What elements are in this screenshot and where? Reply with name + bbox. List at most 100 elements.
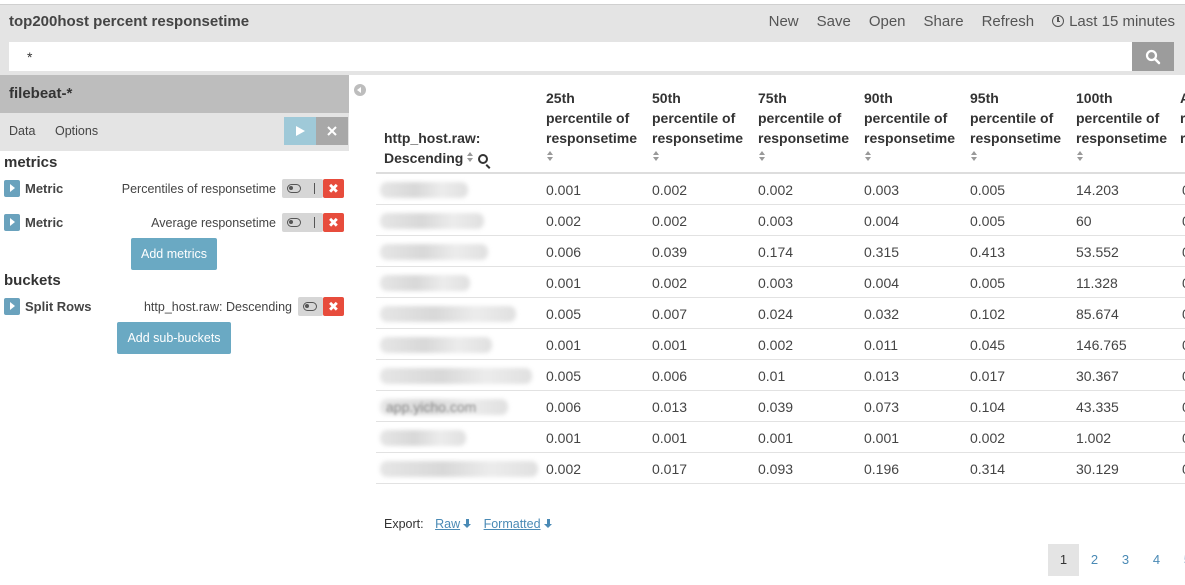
reorder-icon[interactable] — [311, 215, 317, 230]
table-cell: 0.001 — [652, 337, 688, 353]
tab-options[interactable]: Options — [55, 124, 98, 138]
add-metrics-button[interactable]: Add metrics — [131, 238, 217, 270]
page-1-button[interactable]: 1 — [1048, 544, 1079, 576]
search-icon[interactable] — [478, 154, 489, 164]
table-row: 0.0020.0170.0930.1960.31430.1290 — [376, 453, 1185, 484]
agg-controls — [282, 213, 323, 232]
header-line: A — [1180, 88, 1185, 108]
collapse-sidebar-icon[interactable] — [354, 84, 366, 96]
table-cell: 60 — [1076, 213, 1092, 229]
toggle-icon[interactable] — [287, 218, 301, 227]
page-5-button[interactable]: 5 — [1172, 544, 1185, 576]
table-cell: 0.413 — [970, 244, 1006, 260]
sort-icon[interactable] — [758, 151, 766, 163]
table-cell: 0.007 — [652, 306, 688, 322]
column-header[interactable]: A r r — [1180, 88, 1185, 148]
table-cell: 1.002 — [1076, 430, 1112, 446]
column-header[interactable]: 25th percentile of responsetime — [546, 88, 637, 163]
tab-data[interactable]: Data — [0, 113, 45, 151]
search-input[interactable] — [9, 42, 1132, 71]
expand-caret-icon[interactable] — [4, 298, 20, 315]
table-cell: 0.01 — [758, 368, 786, 384]
table-cell: 0.002 — [652, 213, 688, 229]
expand-caret-icon[interactable] — [4, 180, 20, 197]
table-cell: 0.002 — [652, 182, 688, 198]
reorder-icon[interactable] — [311, 181, 317, 196]
column-header[interactable]: 75th percentile of responsetime — [758, 88, 849, 163]
export-label: Export: — [384, 517, 424, 531]
header-line: r — [1180, 110, 1185, 126]
header-line: percentile of — [970, 110, 1054, 126]
column-header-host[interactable]: http_host.raw: Descending — [384, 128, 489, 168]
table-cell: 0.002 — [758, 182, 794, 198]
column-header[interactable]: 95th percentile of responsetime — [970, 88, 1061, 163]
page-2-button[interactable]: 2 — [1079, 544, 1110, 576]
redacted-host-cell — [380, 306, 516, 322]
vis-editor-sidebar: filebeat-* Data Options metrics Metric P… — [0, 75, 349, 585]
timepicker-button[interactable]: Last 15 minutes — [1052, 13, 1175, 30]
table-cell: 43.335 — [1076, 399, 1119, 415]
header-line: percentile of — [864, 110, 948, 126]
table-cell: 0.005 — [970, 213, 1006, 229]
page-4-button[interactable]: 4 — [1141, 544, 1172, 576]
export-formatted-link[interactable]: Formatted — [484, 517, 553, 531]
column-header[interactable]: 100th percentile of responsetime — [1076, 88, 1167, 163]
agg-name: Metric — [25, 215, 64, 230]
redacted-host-cell — [380, 182, 468, 198]
remove-agg-button[interactable]: ✖ — [323, 179, 344, 198]
agg-description: http_host.raw: Descending — [143, 300, 292, 314]
table-row: app.yicho.com 0.006 0.013 0.039 0.073 0.104 43… — [376, 391, 1185, 422]
redacted-host-cell — [380, 461, 538, 477]
header-line: http_host.raw: — [384, 130, 481, 146]
header-line: 25th — [546, 90, 575, 106]
column-header[interactable]: 50th percentile of responsetime — [652, 88, 743, 163]
table-cell: 30.129 — [1076, 461, 1119, 477]
agg-description: Percentiles of responsetime — [121, 182, 276, 196]
remove-agg-button[interactable]: ✖ — [323, 213, 344, 232]
expand-caret-icon[interactable] — [4, 214, 20, 231]
redacted-host-cell — [380, 275, 470, 291]
agg-controls — [282, 179, 323, 198]
header-line: percentile of — [546, 110, 630, 126]
table-cell: 0.314 — [970, 461, 1006, 477]
header-line: responsetime — [1076, 130, 1168, 146]
query-bar — [0, 40, 1185, 75]
page-3-button[interactable]: 3 — [1110, 544, 1141, 576]
table-cell: 0.006 — [652, 368, 688, 384]
sort-icon[interactable] — [546, 151, 554, 163]
sort-icon[interactable] — [970, 151, 978, 163]
sort-icon[interactable] — [1076, 151, 1084, 163]
table-cell: 0.174 — [758, 244, 794, 260]
buckets-section-title: buckets — [4, 272, 61, 289]
sort-icon[interactable] — [466, 152, 474, 164]
refresh-button[interactable]: Refresh — [982, 13, 1035, 30]
toggle-icon[interactable] — [303, 302, 317, 311]
table-cell: 0.001 — [546, 275, 582, 291]
sort-icon[interactable] — [864, 151, 872, 163]
share-button[interactable]: Share — [924, 13, 964, 30]
table-cell: 0.003 — [758, 213, 794, 229]
new-button[interactable]: New — [769, 13, 799, 30]
save-button[interactable]: Save — [817, 13, 851, 30]
header-line: responsetime — [758, 130, 850, 146]
add-sub-buckets-button[interactable]: Add sub-buckets — [117, 322, 231, 354]
agg-controls — [298, 297, 323, 316]
table-cell: 0.005 — [546, 368, 582, 384]
table-cell: 0.002 — [758, 337, 794, 353]
redacted-host-cell — [380, 337, 492, 353]
top-nav-menu: New Save Open Share Refresh Last 15 minu… — [751, 13, 1175, 30]
data-table: http_host.raw: Descending 25th percentil… — [376, 80, 1185, 500]
table-cell: 30.367 — [1076, 368, 1119, 384]
header-line: responsetime — [652, 130, 744, 146]
sort-icon[interactable] — [652, 151, 660, 163]
header-line: 50th — [652, 90, 681, 106]
search-button[interactable] — [1132, 42, 1174, 71]
export-raw-link[interactable]: Raw — [435, 517, 472, 531]
toggle-icon[interactable] — [287, 184, 301, 193]
apply-changes-button[interactable] — [284, 117, 316, 145]
discard-changes-button[interactable] — [316, 117, 348, 145]
column-header[interactable]: 90th percentile of responsetime — [864, 88, 955, 163]
remove-agg-button[interactable]: ✖ — [323, 297, 344, 316]
open-button[interactable]: Open — [869, 13, 906, 30]
table-cell: 11.328 — [1076, 275, 1118, 291]
